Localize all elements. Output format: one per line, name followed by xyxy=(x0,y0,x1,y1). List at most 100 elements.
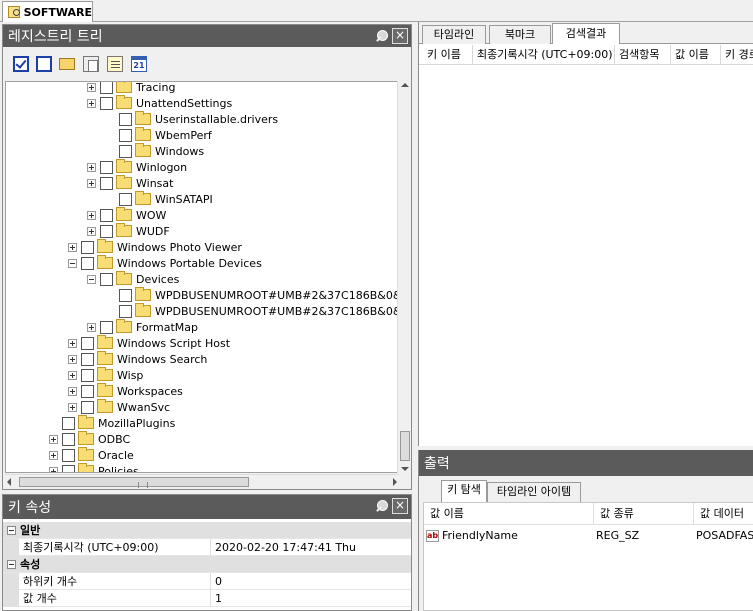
document-tab-software[interactable]: SOFTWARE xyxy=(2,1,93,22)
tree-node[interactable]: WUDF xyxy=(87,223,170,239)
property-row-last-write[interactable]: 최종기록시각 (UTC+09:00) 2020-02-20 17:47:41 T… xyxy=(3,538,411,556)
tree-node[interactable]: Policies xyxy=(49,463,139,472)
expand-icon[interactable] xyxy=(68,402,77,412)
column-key-path[interactable]: 키 경로 xyxy=(721,45,753,65)
close-panel-button[interactable]: × xyxy=(392,28,408,44)
node-checkbox[interactable] xyxy=(119,112,132,126)
tree-node[interactable]: Userinstallable.drivers xyxy=(106,111,278,127)
tree-node[interactable]: Workspaces xyxy=(68,383,183,399)
tree-vertical-scrollbar[interactable] xyxy=(397,81,411,473)
node-checkbox[interactable] xyxy=(62,432,75,446)
column-value-name[interactable]: 값 이름 xyxy=(424,503,594,525)
scroll-thumb-horizontal[interactable] xyxy=(19,477,249,488)
node-checkbox[interactable] xyxy=(100,160,113,174)
copy-icon[interactable] xyxy=(83,56,99,72)
tab-search-results[interactable]: 검색결과 xyxy=(552,23,620,44)
node-checkbox[interactable] xyxy=(119,128,132,142)
collapse-icon[interactable] xyxy=(87,274,96,284)
column-value-name[interactable]: 값 이름 xyxy=(671,45,721,65)
node-checkbox[interactable] xyxy=(81,368,94,382)
node-checkbox[interactable] xyxy=(119,192,132,206)
expand-icon[interactable] xyxy=(87,162,96,172)
node-checkbox[interactable] xyxy=(119,304,132,318)
node-checkbox[interactable] xyxy=(81,384,94,398)
pin-icon[interactable] xyxy=(374,498,390,514)
tree-node[interactable]: Tracing xyxy=(87,82,175,95)
column-key-name[interactable]: 키 이름 xyxy=(423,45,473,65)
tree-node[interactable]: WwanSvc xyxy=(68,399,170,415)
tree-node[interactable]: ODBC xyxy=(49,431,130,447)
node-checkbox[interactable] xyxy=(81,336,94,350)
calendar-icon[interactable]: 21 xyxy=(131,56,147,72)
tab-timeline-items[interactable]: 타임라인 아이템 xyxy=(487,482,581,502)
node-checkbox[interactable] xyxy=(100,272,113,286)
node-checkbox[interactable] xyxy=(62,416,75,430)
tree-node[interactable]: Winsat xyxy=(87,175,173,191)
node-checkbox[interactable] xyxy=(100,82,113,94)
column-value-data[interactable]: 값 데이터 xyxy=(694,503,753,525)
node-checkbox[interactable] xyxy=(100,96,113,110)
column-value-type[interactable]: 값 종류 xyxy=(594,503,694,525)
tree-node[interactable]: WbemPerf xyxy=(106,127,212,143)
scroll-up-icon[interactable] xyxy=(401,83,409,87)
registry-tree-view[interactable]: Tracing UnattendSettings Userinstallable.d… xyxy=(5,81,399,473)
node-checkbox[interactable] xyxy=(100,320,113,334)
tree-node[interactable]: Winlogon xyxy=(87,159,187,175)
node-checkbox[interactable] xyxy=(62,448,75,462)
uncheck-all-icon[interactable] xyxy=(36,56,52,72)
tree-node[interactable]: Wisp xyxy=(68,367,143,383)
property-row-subkey-count[interactable]: 하위키 개수 0 xyxy=(3,572,411,590)
tree-node[interactable]: Windows Script Host xyxy=(68,335,230,351)
scroll-down-icon[interactable] xyxy=(401,467,409,471)
check-all-icon[interactable] xyxy=(13,56,29,72)
scroll-left-icon[interactable] xyxy=(7,478,11,486)
collapse-icon[interactable] xyxy=(7,559,16,569)
expand-icon[interactable] xyxy=(49,466,58,472)
close-panel-button[interactable]: × xyxy=(392,498,408,514)
scroll-right-icon[interactable] xyxy=(393,478,397,486)
tree-node[interactable]: Windows xyxy=(106,143,204,159)
tree-horizontal-scrollbar[interactable] xyxy=(5,474,399,488)
expand-icon[interactable] xyxy=(68,354,77,364)
expand-icon[interactable] xyxy=(49,434,58,444)
folder-icon[interactable] xyxy=(59,58,75,70)
expand-icon[interactable] xyxy=(87,82,96,92)
expand-icon[interactable] xyxy=(49,450,58,460)
node-checkbox[interactable] xyxy=(119,144,132,158)
expand-icon[interactable] xyxy=(68,386,77,396)
node-checkbox[interactable] xyxy=(81,352,94,366)
expand-icon[interactable] xyxy=(68,370,77,380)
expand-icon[interactable] xyxy=(68,242,77,252)
tree-node[interactable]: WPDBUSENUMROOT#UMB#2&37C186B&0&STOR xyxy=(106,303,398,319)
tree-node[interactable]: Windows Photo Viewer xyxy=(68,239,242,255)
property-row-value-count[interactable]: 값 개수 1 xyxy=(3,589,411,607)
node-checkbox[interactable] xyxy=(81,400,94,414)
tab-bookmark[interactable]: 북마크 xyxy=(489,25,551,44)
node-checkbox[interactable] xyxy=(119,288,132,302)
node-checkbox[interactable] xyxy=(81,240,94,254)
node-checkbox[interactable] xyxy=(81,256,94,270)
expand-icon[interactable] xyxy=(87,178,96,188)
column-search-item[interactable]: 검색항목 xyxy=(615,45,671,65)
expand-icon[interactable] xyxy=(87,322,96,332)
tab-key-explore[interactable]: 키 탐색 xyxy=(441,480,487,502)
node-checkbox[interactable] xyxy=(100,176,113,190)
tree-node[interactable]: Windows Search xyxy=(68,351,207,367)
pin-icon[interactable] xyxy=(374,28,390,44)
tree-node[interactable]: MozillaPlugins xyxy=(49,415,175,431)
category-properties[interactable]: 속성 xyxy=(3,556,411,573)
expand-icon[interactable] xyxy=(87,226,96,236)
note-edit-icon[interactable] xyxy=(107,56,123,72)
tree-node[interactable]: WOW xyxy=(87,207,166,223)
node-checkbox[interactable] xyxy=(62,464,75,472)
expand-icon[interactable] xyxy=(87,98,96,108)
column-last-write[interactable]: 최종기록시각 (UTC+09:00) xyxy=(473,45,615,65)
expand-icon[interactable] xyxy=(68,338,77,348)
collapse-icon[interactable] xyxy=(7,525,16,535)
category-general[interactable]: 일반 xyxy=(3,522,411,539)
node-checkbox[interactable] xyxy=(100,208,113,222)
expand-icon[interactable] xyxy=(87,210,96,220)
tree-node[interactable]: Windows Portable Devices xyxy=(68,255,262,271)
tree-node[interactable]: FormatMap xyxy=(87,319,198,335)
tree-node[interactable]: UnattendSettings xyxy=(87,95,232,111)
